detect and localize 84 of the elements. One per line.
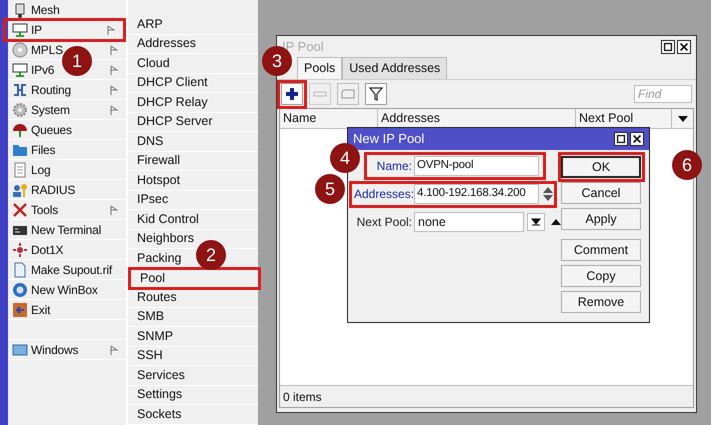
submenu-item[interactable]: SSH <box>128 346 258 366</box>
disc-icon <box>12 42 28 58</box>
close-icon[interactable] <box>677 40 691 54</box>
filter-icon <box>369 87 383 101</box>
dialog-button[interactable]: Apply <box>561 208 641 230</box>
submenu-item[interactable]: DNS <box>128 132 258 152</box>
submenu-item[interactable]: Kid Control <box>128 210 258 230</box>
field-label: Addresses: <box>354 186 414 203</box>
menu-item[interactable]: System <box>8 100 126 120</box>
filter-button[interactable] <box>365 83 387 105</box>
submenu-item[interactable]: Services <box>128 366 258 386</box>
dialog-button[interactable]: OK <box>561 156 641 178</box>
menu-item[interactable]: Files <box>8 140 126 160</box>
submenu-arrow-icon <box>110 84 118 94</box>
add-button[interactable] <box>281 83 303 105</box>
submenu-item[interactable]: Addresses <box>128 34 258 54</box>
dropdown-icon[interactable] <box>527 213 545 231</box>
menu-item[interactable]: RADIUS <box>8 180 126 200</box>
menu-item[interactable]: Exit <box>8 300 126 320</box>
submenu-item[interactable]: SMB <box>128 308 258 327</box>
document-icon <box>12 162 28 178</box>
field-label: Name: <box>376 158 413 175</box>
menu-item[interactable]: Windows <box>8 340 126 360</box>
note-icon <box>341 89 355 99</box>
menu-item[interactable]: Queues <box>8 120 126 140</box>
tools-icon <box>12 202 28 218</box>
minus-icon <box>313 91 327 97</box>
maximize-icon[interactable] <box>614 132 628 146</box>
tab[interactable]: Used Addresses <box>342 57 448 79</box>
highlight-frame <box>277 80 307 109</box>
submenu-arrow-icon <box>110 344 118 354</box>
submenu-item[interactable]: Cloud <box>128 54 258 74</box>
submenu-item[interactable]: ARP <box>128 15 258 34</box>
submenu-item[interactable]: DHCP Relay <box>128 93 258 112</box>
exit-icon <box>12 302 28 318</box>
dropdown-arrow-icon[interactable] <box>678 116 688 122</box>
plus-icon <box>285 87 299 101</box>
submenu-arrow-icon <box>107 25 115 35</box>
menu-item[interactable]: Routing <box>8 80 126 100</box>
up-arrow-icon[interactable] <box>551 219 561 225</box>
menu-item[interactable]: New WinBox <box>8 280 126 300</box>
field-label: Next Pool: <box>356 214 413 231</box>
window-icon <box>12 342 28 358</box>
submenu-item[interactable]: DHCP Server <box>128 112 258 132</box>
network-icon <box>12 22 28 38</box>
dialog-button[interactable]: Comment <box>561 239 641 261</box>
submenu-arrow-icon <box>110 104 118 114</box>
menu-item[interactable]: IP <box>3 18 126 42</box>
submenu-arrow-icon <box>110 44 118 54</box>
submenu-item[interactable]: Sockets <box>128 405 258 424</box>
routing-icon <box>12 82 28 98</box>
submenu-item[interactable]: DHCP Client <box>128 74 258 93</box>
spinner-icon[interactable] <box>543 187 553 201</box>
gear-icon <box>12 102 28 118</box>
menu-item[interactable]: Tools <box>8 200 126 220</box>
name-field[interactable]: OVPN-pool <box>414 156 539 176</box>
network-icon <box>12 62 28 78</box>
submenu-item[interactable]: Hotspot <box>128 171 258 190</box>
submenu-arrow-icon <box>110 64 118 74</box>
file-icon <box>12 262 28 278</box>
menu-item[interactable]: Log <box>8 160 126 180</box>
dialog-button[interactable]: Cancel <box>561 182 641 204</box>
umbrella-icon <box>12 122 28 138</box>
submenu-item[interactable]: SNMP <box>128 327 258 346</box>
status-text: 0 items <box>283 388 322 406</box>
addresses-field[interactable]: 4.100-192.168.34.200 <box>414 184 539 204</box>
find-field[interactable]: Find <box>634 85 692 103</box>
submenu-item[interactable]: Firewall <box>128 152 258 171</box>
globe-icon <box>12 282 28 298</box>
submenu-item[interactable]: Pool <box>128 266 261 290</box>
dialog-button[interactable]: Copy <box>561 265 641 287</box>
submenu-arrow-icon <box>110 204 118 214</box>
submenu-item[interactable]: Settings <box>128 386 258 405</box>
next-pool-select[interactable]: none <box>414 212 524 232</box>
close-icon[interactable] <box>630 132 644 146</box>
users-icon <box>12 182 28 198</box>
submenu-item[interactable]: IPsec <box>128 190 258 210</box>
dialog-button[interactable]: Remove <box>561 291 641 313</box>
menu-item[interactable]: New Terminal <box>8 220 126 240</box>
submenu-item[interactable]: Routes <box>128 288 258 308</box>
tab[interactable]: Pools <box>297 57 342 79</box>
menu-item[interactable]: Make Supout.rif <box>8 260 126 280</box>
dot-icon <box>12 242 28 258</box>
maximize-icon[interactable] <box>661 40 675 54</box>
